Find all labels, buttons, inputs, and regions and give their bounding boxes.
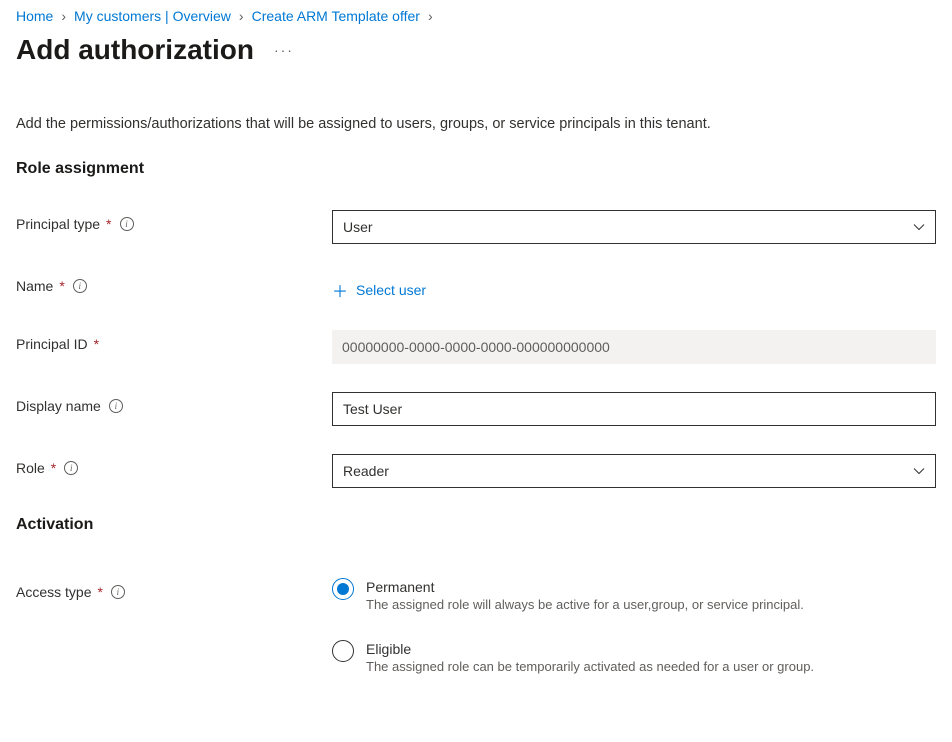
principal-type-label: Principal type * i xyxy=(16,210,332,232)
radio-permanent[interactable]: Permanent The assigned role will always … xyxy=(332,578,936,612)
chevron-right-icon: › xyxy=(61,8,66,24)
display-name-input[interactable] xyxy=(332,392,936,426)
name-label: Name * i xyxy=(16,272,332,294)
principal-type-value: User xyxy=(343,219,373,235)
page-description: Add the permissions/authorizations that … xyxy=(16,116,936,132)
role-value: Reader xyxy=(343,463,389,479)
role-row: Role * i Reader xyxy=(16,454,936,488)
principal-id-field: 00000000-0000-0000-0000-000000000000 xyxy=(332,330,936,364)
radio-eligible-desc: The assigned role can be temporarily act… xyxy=(366,659,814,674)
role-label-text: Role xyxy=(16,460,45,476)
principal-type-row: Principal type * i User xyxy=(16,210,936,244)
role-select[interactable]: Reader xyxy=(332,454,936,488)
info-icon[interactable]: i xyxy=(111,585,125,599)
name-row: Name * i ＋ Select user xyxy=(16,272,936,302)
access-type-label-text: Access type xyxy=(16,584,91,600)
radio-eligible-label: Eligible xyxy=(366,641,814,657)
radio-circle-icon xyxy=(332,578,354,600)
access-type-row: Access type * i Permanent The assigned r… xyxy=(16,578,936,674)
chevron-down-icon xyxy=(913,221,925,233)
radio-permanent-desc: The assigned role will always be active … xyxy=(366,597,804,612)
info-icon[interactable]: i xyxy=(64,461,78,475)
chevron-down-icon xyxy=(913,465,925,477)
principal-id-row: Principal ID * 00000000-0000-0000-0000-0… xyxy=(16,330,936,364)
page-title-row: Add authorization ··· xyxy=(16,34,936,66)
required-indicator: * xyxy=(94,336,99,352)
role-label: Role * i xyxy=(16,454,332,476)
required-indicator: * xyxy=(51,460,56,476)
display-name-label-text: Display name xyxy=(16,398,101,414)
required-indicator: * xyxy=(97,584,102,600)
breadcrumb-home[interactable]: Home xyxy=(16,8,53,24)
info-icon[interactable]: i xyxy=(120,217,134,231)
display-name-row: Display name i xyxy=(16,392,936,426)
role-assignment-heading: Role assignment xyxy=(16,160,936,178)
access-type-label: Access type * i xyxy=(16,578,332,600)
select-user-label: Select user xyxy=(356,282,426,298)
chevron-right-icon: › xyxy=(428,8,433,24)
info-icon[interactable]: i xyxy=(73,279,87,293)
breadcrumb-create-offer[interactable]: Create ARM Template offer xyxy=(252,8,420,24)
radio-eligible[interactable]: Eligible The assigned role can be tempor… xyxy=(332,640,936,674)
access-type-radio-group: Permanent The assigned role will always … xyxy=(332,578,936,674)
required-indicator: * xyxy=(59,278,64,294)
principal-id-label: Principal ID * xyxy=(16,330,332,352)
page-title: Add authorization xyxy=(16,34,254,66)
display-name-label: Display name i xyxy=(16,392,332,414)
principal-id-label-text: Principal ID xyxy=(16,336,88,352)
principal-type-select[interactable]: User xyxy=(332,210,936,244)
more-actions-button[interactable]: ··· xyxy=(274,42,294,58)
info-icon[interactable]: i xyxy=(109,399,123,413)
breadcrumb: Home › My customers | Overview › Create … xyxy=(16,4,936,28)
activation-heading: Activation xyxy=(16,516,936,534)
radio-circle-icon xyxy=(332,640,354,662)
breadcrumb-my-customers[interactable]: My customers | Overview xyxy=(74,8,231,24)
principal-type-label-text: Principal type xyxy=(16,216,100,232)
radio-dot-icon xyxy=(337,583,349,595)
chevron-right-icon: › xyxy=(239,8,244,24)
required-indicator: * xyxy=(106,216,111,232)
name-label-text: Name xyxy=(16,278,53,294)
radio-permanent-label: Permanent xyxy=(366,579,804,595)
plus-icon: ＋ xyxy=(332,278,348,302)
select-user-button[interactable]: ＋ Select user xyxy=(332,272,426,302)
